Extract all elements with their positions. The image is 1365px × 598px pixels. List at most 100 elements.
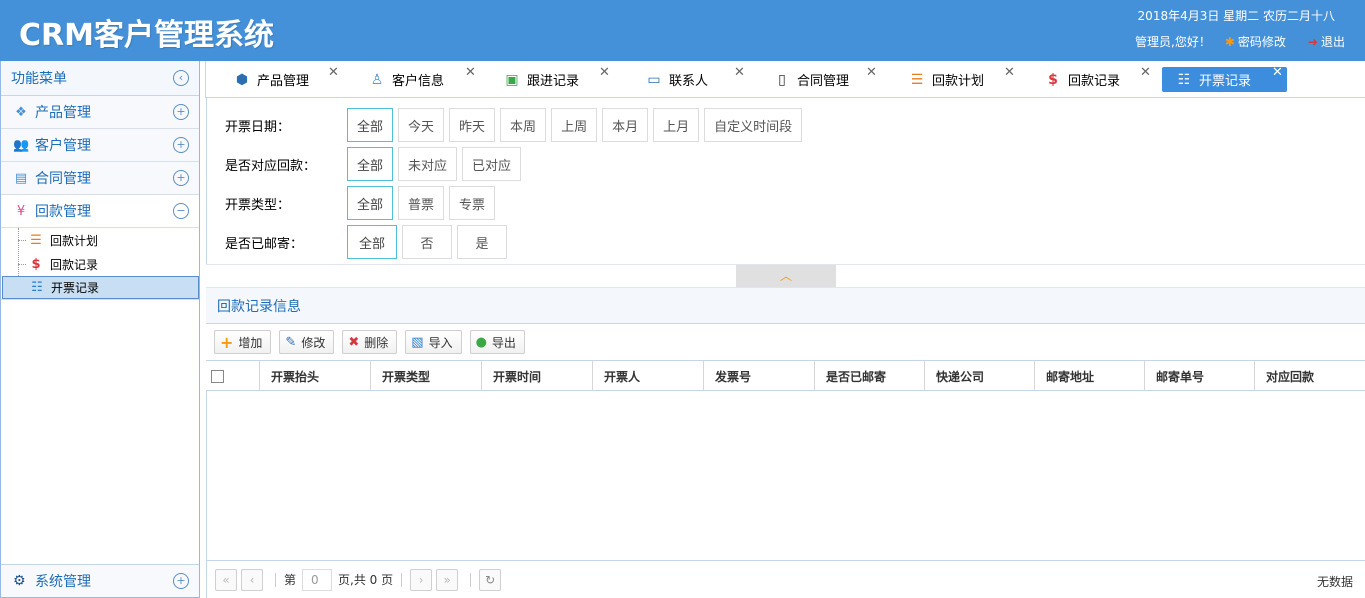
close-icon[interactable]: ✕: [1272, 65, 1283, 80]
tab-label: 开票记录: [1199, 74, 1252, 89]
column-header[interactable]: 开票抬头: [260, 361, 371, 391]
collapse-sidebar-icon[interactable]: ‹: [173, 70, 189, 86]
filter-option[interactable]: 是: [457, 225, 507, 259]
select-all-checkbox[interactable]: [211, 369, 224, 383]
filter-option[interactable]: 自定义时间段: [704, 108, 803, 142]
filter-option[interactable]: 否: [402, 225, 452, 259]
column-header[interactable]: 开票时间: [482, 361, 593, 391]
expand-icon[interactable]: +: [173, 573, 189, 589]
add-button-label: 增加: [238, 335, 263, 350]
cubes-icon: ❖: [15, 104, 27, 120]
filter-option[interactable]: 未对应: [398, 147, 458, 181]
sidebar-group-payment[interactable]: ¥ 回款管理 −: [1, 195, 199, 228]
invoice-list-icon: ☷: [31, 280, 43, 295]
sidebar-group-product[interactable]: ❖ 产品管理 +: [1, 96, 199, 129]
tab-contacts[interactable]: ▭ 联系人 ✕: [646, 65, 745, 92]
column-header[interactable]: 开票类型: [371, 361, 482, 391]
dollar-icon: $: [31, 257, 41, 272]
filter-option[interactable]: 今天: [398, 108, 445, 142]
close-icon[interactable]: ✕: [328, 65, 339, 80]
column-header[interactable]: 开票人: [593, 361, 704, 391]
change-password-link[interactable]: 密码修改: [1238, 33, 1286, 50]
id-card-icon: ▭: [647, 71, 661, 88]
column-header[interactable]: 是否已邮寄: [815, 361, 925, 391]
close-icon[interactable]: ✕: [1140, 65, 1151, 80]
page-number-input[interactable]: 0: [302, 568, 333, 591]
filter-row-matched: 是否对应回款： 全部 未对应 已对应: [225, 147, 526, 181]
filter-option[interactable]: 全部: [347, 186, 394, 220]
tab-product[interactable]: ⬢ 产品管理 ✕: [234, 65, 339, 92]
close-icon[interactable]: ✕: [866, 65, 877, 80]
tab-label: 回款记录: [1068, 74, 1121, 89]
filter-option[interactable]: 全部: [347, 225, 397, 259]
refresh-icon[interactable]: ↻: [479, 568, 502, 591]
delete-button[interactable]: ✖ 删除: [342, 330, 398, 354]
contact-card-icon: ▣: [505, 71, 519, 88]
sidebar-group-system[interactable]: ⚙ 系统管理 +: [1, 564, 199, 597]
filter-option[interactable]: 上月: [653, 108, 700, 142]
collapse-filter-button[interactable]: ︿: [736, 265, 836, 287]
sidebar-group-label: 合同管理: [35, 171, 91, 187]
tab-payment-record[interactable]: $ 回款记录 ✕: [1045, 65, 1151, 92]
tab-payment-plan[interactable]: ☰ 回款计划 ✕: [909, 65, 1015, 92]
dollar-icon: $: [1048, 71, 1058, 88]
close-icon[interactable]: ✕: [1004, 65, 1015, 80]
column-header[interactable]: 快递公司: [925, 361, 1035, 391]
sidebar-group-label: 客户管理: [35, 138, 91, 154]
tab-invoice-record[interactable]: ☷ 开票记录 ✕: [1162, 65, 1287, 92]
filter-option[interactable]: 专票: [449, 186, 496, 220]
sidebar-subtree: ☰ 回款计划 $ 回款记录 ☷ 开票记录: [1, 228, 199, 300]
sidebar-item-payment-record[interactable]: $ 回款记录: [2, 253, 199, 276]
add-button[interactable]: + 增加: [214, 330, 272, 354]
export-button[interactable]: ● 导出: [469, 330, 525, 354]
tab-customer-info[interactable]: ♙ 客户信息 ✕: [369, 65, 476, 92]
filter-option[interactable]: 已对应: [462, 147, 522, 181]
last-page-icon[interactable]: »: [436, 568, 459, 591]
next-page-icon[interactable]: ›: [410, 568, 433, 591]
tab-label: 客户信息: [392, 74, 445, 89]
filter-option[interactable]: 全部: [347, 147, 394, 181]
sidebar-item-label: 回款记录: [50, 258, 99, 272]
close-icon[interactable]: ✕: [599, 65, 610, 80]
tab-label: 跟进记录: [527, 74, 580, 89]
collapse-icon[interactable]: −: [173, 203, 189, 219]
list-icon: ☰: [30, 233, 42, 248]
edit-button-label: 修改: [301, 335, 326, 350]
expand-icon[interactable]: +: [173, 137, 189, 153]
filter-row-date: 开票日期： 全部 今天 昨天 本周 上周 本月 上月 自定义时间段: [225, 108, 807, 142]
excel-icon: ▧: [411, 334, 424, 350]
tab-followup[interactable]: ▣ 跟进记录 ✕: [504, 65, 610, 92]
column-header[interactable]: 邮寄单号: [1145, 361, 1255, 391]
edit-button[interactable]: ✎ 修改: [279, 330, 335, 354]
close-icon[interactable]: ✕: [734, 65, 745, 80]
prev-page-icon[interactable]: ‹: [241, 568, 263, 591]
sidebar-item-payment-plan[interactable]: ☰ 回款计划: [2, 229, 199, 252]
filter-option[interactable]: 上周: [551, 108, 598, 142]
tab-contract[interactable]: ▯ 合同管理 ✕: [774, 65, 877, 92]
sidebar-item-invoice-record[interactable]: ☷ 开票记录: [2, 276, 199, 299]
close-icon[interactable]: ✕: [465, 65, 476, 80]
filter-row-type: 开票类型： 全部 普票 专票: [225, 186, 500, 220]
gear-icon: ⚙: [13, 573, 26, 589]
filter-option[interactable]: 昨天: [449, 108, 496, 142]
filter-option[interactable]: 普票: [398, 186, 445, 220]
logout-link[interactable]: 退出: [1321, 33, 1345, 50]
import-button-label: 导入: [428, 335, 453, 350]
user-icon: ♙: [370, 71, 384, 88]
sidebar-group-contract[interactable]: ▤ 合同管理 +: [1, 162, 199, 195]
filter-option[interactable]: 本周: [500, 108, 547, 142]
filter-option[interactable]: 全部: [347, 108, 394, 142]
column-header[interactable]: 邮寄地址: [1035, 361, 1145, 391]
tab-bar: ⬢ 产品管理 ✕ ♙ 客户信息 ✕ ▣ 跟进记录 ✕ ▭ 联系人 ✕ ▯ 合同管…: [205, 61, 1365, 98]
expand-icon[interactable]: +: [173, 104, 189, 120]
column-header[interactable]: 对应回款: [1255, 361, 1365, 391]
import-button[interactable]: ▧ 导入: [405, 330, 462, 354]
tab-label: 联系人: [669, 74, 709, 89]
expand-icon[interactable]: +: [173, 170, 189, 186]
filter-option[interactable]: 本月: [602, 108, 649, 142]
sidebar-group-customer[interactable]: 👥 客户管理 +: [1, 129, 199, 162]
yen-icon: ¥: [16, 203, 26, 219]
column-header[interactable]: 发票号: [704, 361, 815, 391]
sidebar-item-label: 开票记录: [51, 281, 100, 295]
first-page-icon[interactable]: «: [215, 568, 237, 591]
